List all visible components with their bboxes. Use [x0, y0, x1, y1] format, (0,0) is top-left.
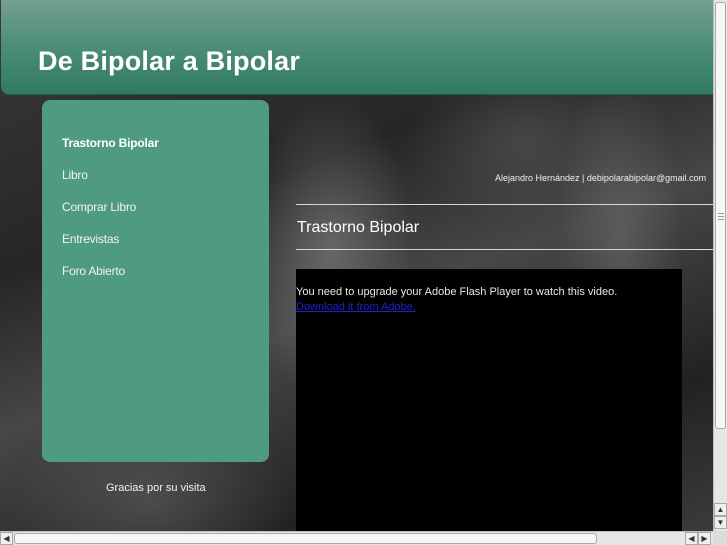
flash-download-link[interactable]: Download it from Adobe.: [296, 301, 416, 313]
page-viewport: De Bipolar a Bipolar Trastorno Bipolar L…: [0, 0, 713, 531]
scroll-left-icon[interactable]: ◀: [0, 532, 13, 545]
contact-info: Alejandro Hernández | debipolarabipolar@…: [495, 173, 707, 183]
page-heading: Trastorno Bipolar: [297, 219, 420, 236]
flash-message: You need to upgrade your Adobe Flash Pla…: [296, 285, 696, 315]
sidebar: Trastorno Bipolar Libro Comprar Libro En…: [42, 100, 269, 462]
sidebar-item-foro-abierto[interactable]: Foro Abierto: [62, 264, 159, 296]
site-header: De Bipolar a Bipolar: [1, 0, 713, 95]
sidebar-item-libro[interactable]: Libro: [62, 168, 159, 200]
scroll-up-icon[interactable]: ▲: [714, 503, 727, 516]
horizontal-scrollbar[interactable]: ◀ ◀ ▶: [0, 531, 713, 545]
flash-message-text: You need to upgrade your Adobe Flash Pla…: [296, 286, 618, 298]
scroll-down-icon[interactable]: ▼: [714, 516, 727, 529]
sidebar-item-entrevistas[interactable]: Entrevistas: [62, 232, 159, 264]
sidebar-item-trastorno-bipolar[interactable]: Trastorno Bipolar: [62, 136, 159, 168]
scrollbar-corner: [713, 531, 727, 545]
horizontal-scroll-thumb[interactable]: [14, 533, 597, 544]
vertical-scroll-thumb[interactable]: [715, 2, 726, 429]
footer-note: Gracias por su visita: [106, 482, 206, 494]
sidebar-item-comprar-libro[interactable]: Comprar Libro: [62, 200, 159, 232]
scroll-right-icon[interactable]: ▶: [698, 532, 711, 545]
site-title[interactable]: De Bipolar a Bipolar: [38, 46, 300, 77]
sidebar-nav: Trastorno Bipolar Libro Comprar Libro En…: [62, 136, 159, 296]
divider-top: [296, 204, 713, 205]
vertical-scrollbar[interactable]: ▲ ▼: [713, 0, 727, 531]
divider-bottom: [296, 249, 713, 250]
scroll-left-end-icon[interactable]: ◀: [685, 532, 698, 545]
